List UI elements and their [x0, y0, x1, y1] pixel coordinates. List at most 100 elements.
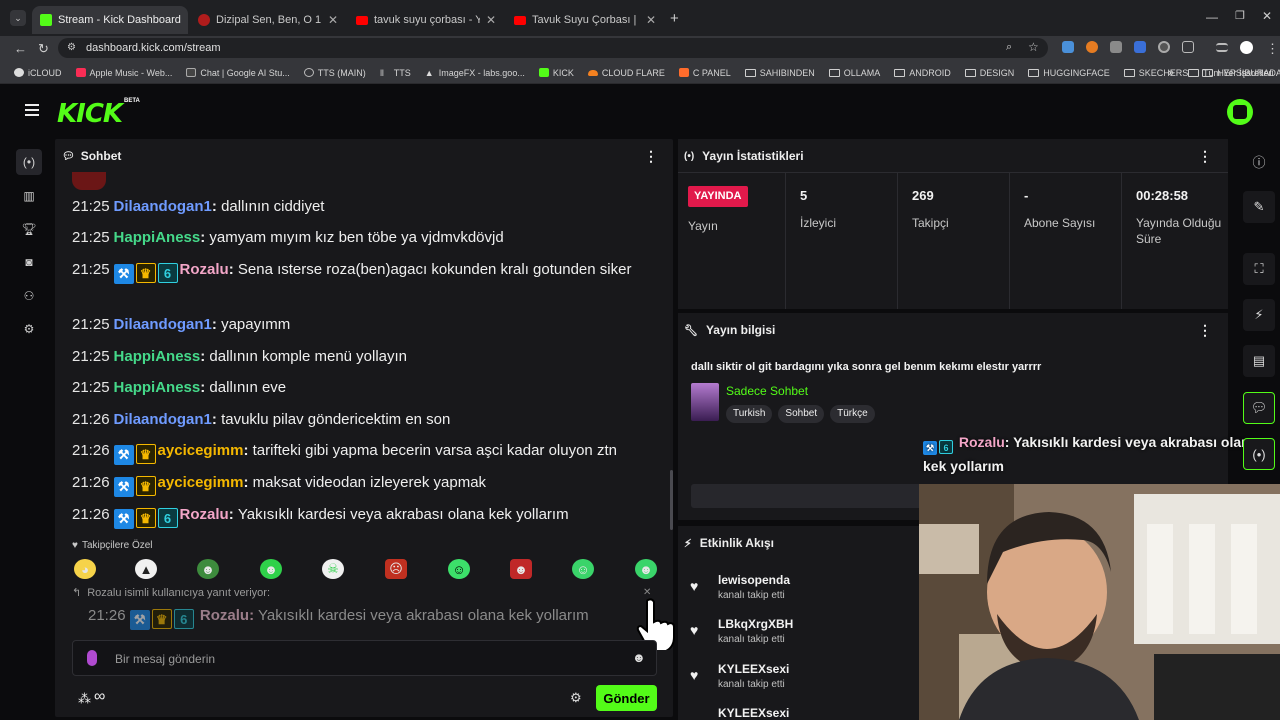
stream-broadcast-icon[interactable]: (•) [16, 149, 42, 175]
bookmark-folder[interactable]: SAHIBINDEN [744, 68, 815, 78]
badge-crown-icon[interactable]: ♛ [135, 444, 156, 464]
browser-tab[interactable]: Dizipal Sen, Ben, O 1.Sezon 1.Bölüm ✕ [190, 6, 346, 34]
emote-green-smile[interactable]: ☺ [572, 559, 594, 579]
all-bookmarks-folder[interactable]: Tüm Yer İşaretleri [1188, 68, 1274, 78]
emote-angry[interactable]: ☹ [385, 559, 407, 579]
browser-tab[interactable]: Stream - Kick Dashboard ✕ [32, 6, 188, 34]
category-thumbnail[interactable] [691, 383, 719, 421]
chat-panel-icon[interactable]: 💬︎ [1243, 392, 1275, 424]
bookmark-item[interactable]: C PANEL [678, 68, 731, 78]
profile-avatar-icon[interactable] [1240, 41, 1253, 54]
emote-skull[interactable]: ☠ [322, 559, 344, 579]
trophy-icon[interactable]: 🏆︎ [16, 216, 42, 242]
bookmark-item[interactable]: TTS (MAIN) [303, 68, 366, 78]
close-tab-icon[interactable]: ✕ [480, 13, 496, 27]
bookmark-item[interactable]: KICK [538, 68, 574, 78]
translate-extension-icon[interactable] [1134, 41, 1146, 53]
info-menu-icon[interactable]: ⋮ [1198, 322, 1212, 339]
emote-angel[interactable]: ☺ [448, 559, 470, 579]
bookmark-item[interactable]: CLOUD FLARE [587, 68, 665, 78]
media-controls-icon[interactable] [1216, 43, 1228, 52]
emote-pepe[interactable]: ☻ [197, 559, 219, 579]
bookmark-folder[interactable]: ANDROID [894, 68, 951, 78]
bookmark-item[interactable]: ▲ ImageFX - labs.goo... [425, 68, 525, 79]
browser-tab[interactable]: Tavuk Suyu Çorbası | Nasıl Yapılır ✕ [506, 6, 664, 34]
chat-menu-icon[interactable]: ⋮ [644, 148, 658, 165]
bookmark-folder[interactable]: SKECHERS [1123, 68, 1188, 78]
bookmark-folder[interactable]: OLLAMA [828, 68, 880, 78]
extension-icon[interactable] [1062, 41, 1074, 53]
message-username[interactable]: HappiAness [114, 229, 201, 246]
extension-icon[interactable] [1158, 41, 1170, 53]
stats-menu-icon[interactable]: ⋮ [1198, 148, 1212, 165]
restore-window-icon[interactable]: ❐ [1235, 9, 1245, 22]
hamburger-menu-icon[interactable] [25, 104, 39, 116]
emote-red-face[interactable]: ☻ [510, 559, 532, 579]
emoji-picker-icon[interactable]: ☻ [632, 650, 646, 665]
category-link[interactable]: Sadece Sohbet [726, 384, 808, 398]
tag[interactable]: Turkish [726, 405, 773, 423]
lightning-panel-icon[interactable]: ⚡︎ [1243, 299, 1275, 331]
chat-scrollbar[interactable] [670, 470, 673, 530]
kick-points-icon[interactable]: ⁂ [78, 691, 91, 707]
badge-crown-icon[interactable]: ♛ [135, 263, 156, 283]
minimize-window-icon[interactable]: — [1206, 10, 1218, 24]
notes-icon[interactable]: ▤ [1243, 345, 1275, 377]
emote-banana[interactable]: ◕ [74, 559, 96, 579]
badge-verified-icon[interactable]: ⚒ [113, 509, 134, 529]
info-icon[interactable]: ⓘ [1243, 145, 1275, 177]
emote-ghost[interactable]: ▲ [135, 559, 157, 579]
zoom-icon[interactable]: ⌕ [1006, 41, 1012, 54]
reload-icon[interactable]: ↻ [38, 41, 49, 57]
more-bookmarks-chevron-icon[interactable]: » [1168, 67, 1174, 79]
emote-green-blob[interactable]: ☻ [260, 559, 282, 579]
broadcast-panel-icon[interactable]: (•) [1243, 438, 1275, 470]
badge-crown-icon[interactable]: ♛ [135, 508, 156, 528]
bookmark-folder[interactable]: HUGGINGFACE [1028, 68, 1110, 78]
site-info-icon[interactable]: ⚙ [67, 42, 76, 53]
extension-icon[interactable] [1086, 41, 1098, 53]
badge-verified-icon[interactable]: ⚒ [113, 445, 134, 465]
message-username[interactable]: Rozalu [180, 506, 229, 523]
message-username[interactable]: aycicegimm [158, 442, 244, 459]
new-tab-icon[interactable]: + [670, 10, 679, 27]
close-tab-icon[interactable]: ✕ [322, 13, 338, 27]
close-tab-icon[interactable]: ✕ [640, 13, 656, 27]
close-tab-icon[interactable]: ✕ [181, 13, 188, 27]
screen-capture-icon[interactable]: ⛶ [1243, 253, 1275, 285]
extensions-puzzle-icon[interactable] [1182, 41, 1194, 53]
message-username[interactable]: Dilaandogan1 [114, 316, 212, 333]
user-avatar[interactable] [1227, 99, 1253, 125]
analytics-icon[interactable]: ▥ [16, 183, 42, 209]
browser-tab[interactable]: tavuk suyu çorbası - YouTube ✕ [348, 6, 504, 34]
address-bar[interactable]: ⚙ dashboard.kick.com/stream ⌕ ☆ [58, 38, 1048, 58]
kick-logo[interactable]: KICK [57, 99, 123, 129]
chat-settings-icon[interactable]: ⚙ [570, 690, 582, 706]
bookmark-item[interactable]: Ⅱ TTS [380, 68, 411, 79]
message-username[interactable]: Dilaandogan1 [114, 411, 212, 428]
bookmark-item[interactable]: iCLOUD [14, 68, 62, 78]
emote-green-happy[interactable]: ☻ [635, 559, 657, 579]
badge-crown-icon[interactable]: ♛ [135, 476, 156, 496]
message-username[interactable]: Dilaandogan1 [114, 198, 212, 215]
bookmark-folder[interactable]: DESIGN [964, 68, 1014, 78]
bookmark-item[interactable]: Apple Music - Web... [75, 68, 172, 78]
settings-gear-icon[interactable]: ⚙ [16, 316, 42, 342]
bookmark-star-icon[interactable]: ☆ [1028, 40, 1039, 54]
tag[interactable]: Sohbet [778, 405, 825, 423]
community-icon[interactable]: ⚇ [16, 283, 42, 309]
message-username[interactable]: Rozalu [180, 261, 229, 278]
back-arrow-icon[interactable]: ← [14, 41, 27, 56]
message-username[interactable]: aycicegimm [158, 474, 244, 491]
extension-icon[interactable] [1110, 41, 1122, 53]
message-username[interactable]: HappiAness [114, 379, 201, 396]
badge-verified-icon[interactable]: ⚒ [113, 477, 134, 497]
badge-verified-icon[interactable]: ⚒ [113, 264, 134, 284]
send-button[interactable]: Gönder [596, 685, 657, 711]
bookmark-item[interactable]: Chat | Google AI Stu... [186, 68, 290, 78]
moderation-icon[interactable]: ◙ [16, 249, 42, 275]
chat-message-input[interactable]: Bir mesaj gönderin ☻ [72, 640, 657, 676]
tab-list-dropdown-icon[interactable]: ⌄ [10, 10, 26, 26]
badge-sub-icon[interactable]: 6 [157, 263, 178, 283]
edit-pencil-icon[interactable]: ✎ [1243, 191, 1275, 223]
